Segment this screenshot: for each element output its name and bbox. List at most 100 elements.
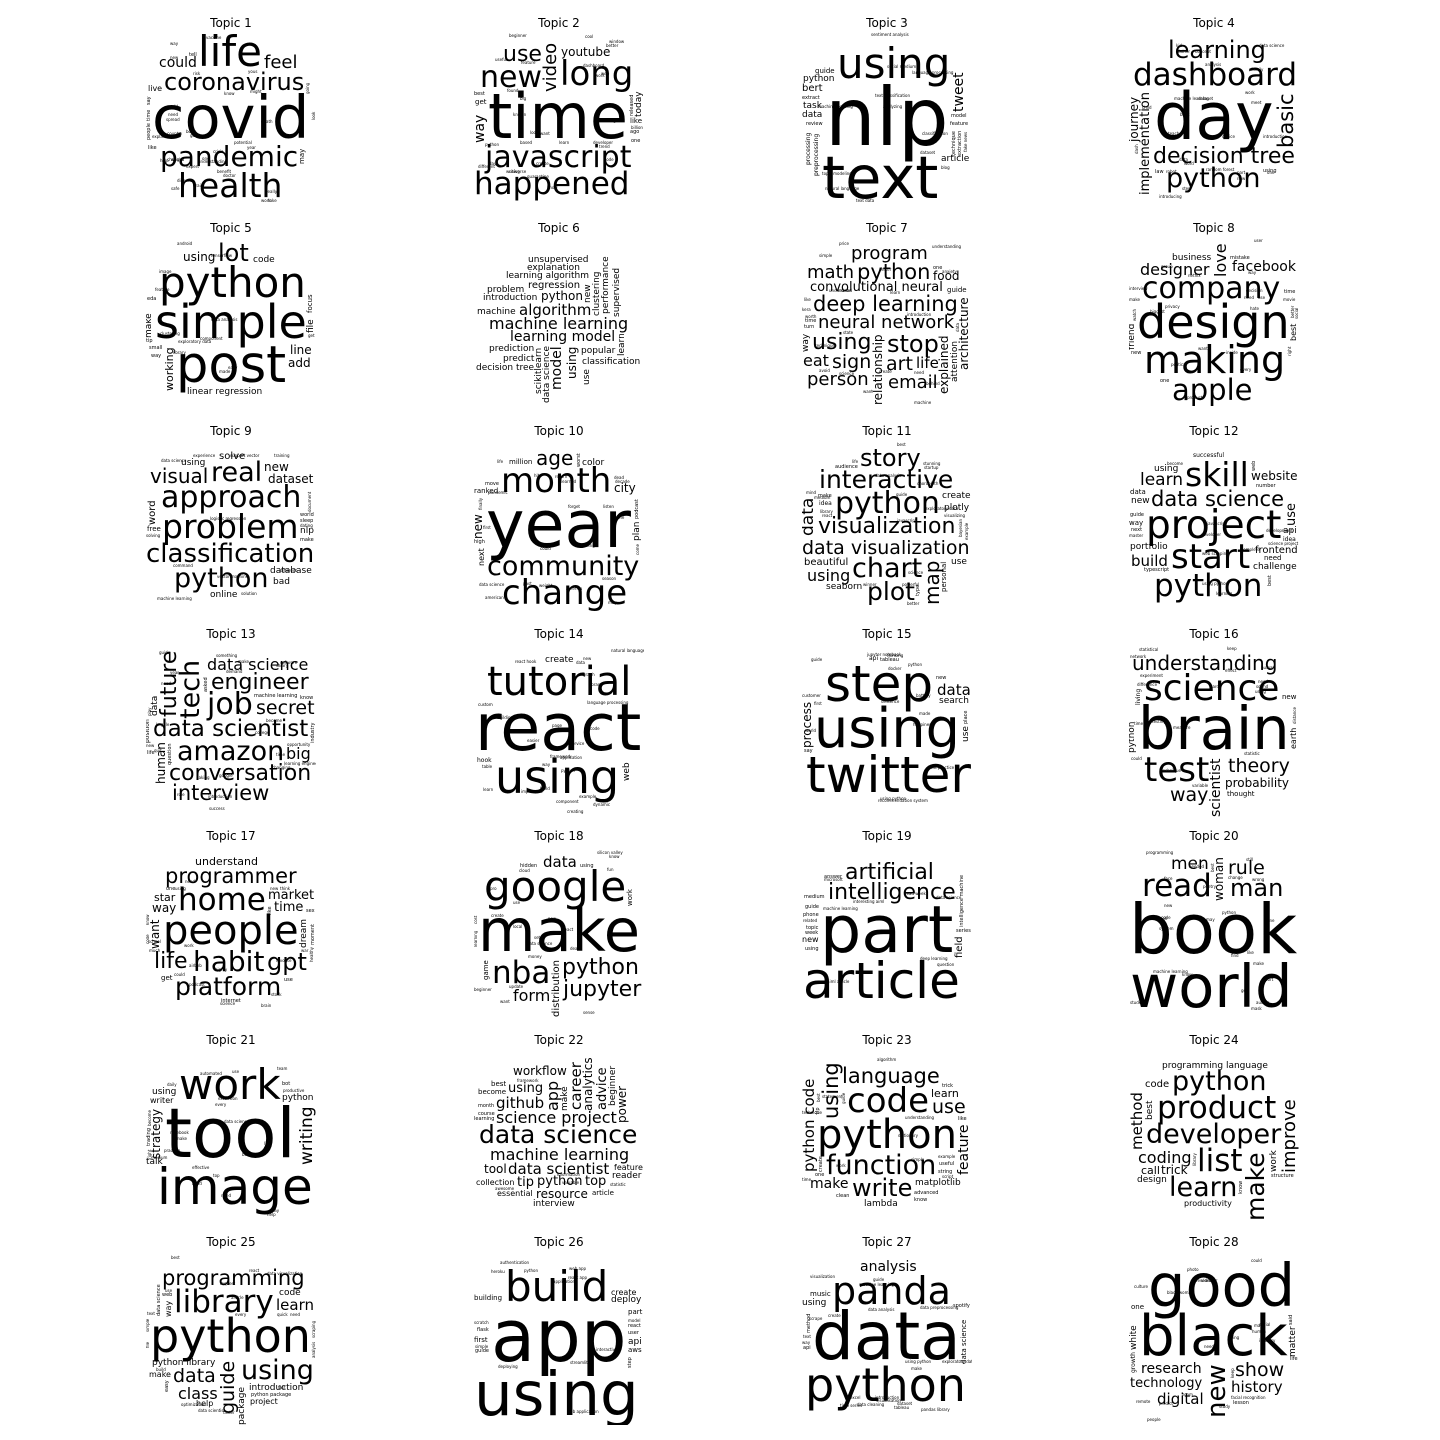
cloud-word: math — [807, 262, 855, 283]
cloud-word: find — [1231, 953, 1239, 958]
cloud-word: turn — [804, 324, 815, 330]
topic-panel: Topic 12 project data science start skill pyt… — [1129, 424, 1299, 614]
cloud-word: doctor — [223, 173, 236, 178]
cloud-word: data preprocessing — [920, 1305, 959, 1310]
cloud-word: learning engineer — [284, 761, 316, 766]
cloud-word: one — [166, 886, 176, 892]
cloud-word: vector machine — [217, 574, 249, 579]
cloud-word: jupyter — [563, 977, 642, 1002]
cloud-word: introducing — [1159, 194, 1182, 199]
cloud-word: first — [483, 525, 491, 530]
cloud-word: business — [1172, 253, 1212, 263]
cloud-word: making — [1144, 338, 1286, 382]
cloud-word: web application — [567, 1409, 599, 1414]
cloud-word: woman — [1212, 857, 1226, 901]
cloud-word: listen — [603, 504, 614, 509]
cloud-word: data science — [542, 346, 552, 403]
cloud-word: need — [168, 112, 178, 117]
cloud-word: apple — [1172, 373, 1253, 407]
cloud-word: data science — [1259, 43, 1285, 48]
cloud-word: interview — [533, 1199, 575, 1209]
cloud-word: want — [863, 389, 873, 394]
cloud-word: file — [306, 319, 316, 333]
word-cloud: tool image work python writer writing using str… — [146, 1049, 316, 1223]
cloud-word: learn — [890, 290, 901, 295]
cloud-word: task — [803, 101, 822, 111]
cloud-word: write — [852, 1174, 913, 1202]
cloud-word: best practice — [928, 765, 955, 770]
topic-panel: Topic 18 make google distribution python nba j… — [474, 829, 644, 1019]
cloud-word: using — [605, 118, 616, 123]
cloud-word: easier — [527, 738, 540, 743]
cloud-word: solution — [241, 591, 257, 596]
cloud-word: going — [305, 82, 310, 94]
cloud-word: plan — [632, 521, 642, 541]
cloud-word: code — [590, 726, 600, 731]
cloud-word: use — [232, 1069, 240, 1074]
cloud-word: using — [805, 946, 819, 952]
cloud-word: best — [171, 1255, 180, 1260]
cloud-word: social medium — [887, 64, 917, 69]
cloud-word: beginner — [474, 987, 492, 992]
cloud-word: make — [300, 537, 314, 543]
cloud-word: command — [173, 563, 193, 568]
cloud-word: like — [958, 1116, 967, 1122]
cloud-word: scraping — [311, 1320, 316, 1338]
cloud-word: table — [482, 764, 493, 769]
cloud-word: writing — [297, 1106, 316, 1165]
cloud-word: typescript — [1144, 567, 1170, 573]
cloud-word: scientist — [1208, 758, 1224, 817]
cloud-word: workflow — [513, 1064, 567, 1078]
cloud-word: tensorflow — [211, 253, 232, 258]
cloud-word: work — [836, 1163, 846, 1168]
cloud-word: found — [507, 88, 519, 93]
cloud-word: twitter — [806, 746, 971, 804]
cloud-word: quarantine — [527, 174, 549, 179]
cloud-word: code — [253, 255, 275, 265]
topic-panel: Topic 6 machine learning algorithm learning… — [474, 221, 644, 411]
cloud-word: demand — [226, 669, 243, 674]
cloud-word: like — [148, 145, 157, 151]
word-cloud: covid coronavirus pandemic life health could f… — [146, 32, 316, 206]
cloud-word: model — [951, 113, 967, 119]
cloud-word: new — [583, 284, 593, 303]
cloud-word: visualizing — [944, 513, 966, 518]
cloud-word: way — [542, 762, 551, 767]
cloud-word: city — [614, 481, 636, 495]
cloud-word: introduction — [875, 1395, 900, 1400]
cloud-word: new — [1131, 496, 1150, 506]
cloud-word: new — [1202, 1364, 1232, 1418]
cloud-word: web — [622, 762, 632, 781]
cloud-word: python — [174, 563, 269, 594]
cloud-word: local — [513, 924, 523, 929]
word-cloud: book world woman read man rule men find system sp… — [1129, 845, 1299, 1019]
cloud-word: price — [839, 241, 849, 246]
cloud-word: know — [609, 854, 620, 859]
cloud-word: successful — [1193, 452, 1225, 459]
cloud-word: web — [162, 1292, 173, 1298]
cloud-word: life — [1290, 1356, 1298, 1362]
topic-panel: Topic 7 neural network deep learning relati… — [802, 221, 972, 411]
cloud-word: get — [308, 333, 315, 338]
cloud-word: code — [847, 1081, 929, 1121]
cloud-word: month — [478, 1103, 495, 1109]
cloud-word: america — [566, 586, 583, 591]
cloud-word: regression — [528, 280, 581, 291]
cloud-word: one — [815, 1172, 825, 1178]
cloud-word: time — [146, 109, 152, 121]
cloud-word: stock — [271, 992, 282, 997]
cloud-word: understanding — [198, 159, 228, 164]
cloud-word: library — [173, 350, 186, 355]
word-cloud: year community month change age city color rank… — [474, 440, 644, 614]
cloud-word: component — [556, 799, 579, 804]
cloud-word: changing — [272, 765, 291, 770]
cloud-word: know — [547, 185, 558, 190]
topic-panel: Topic 25 python library guide using programmi… — [146, 1235, 316, 1425]
cloud-word: country — [167, 131, 183, 136]
cloud-word: know — [914, 1197, 928, 1203]
cloud-word: bad — [273, 577, 290, 587]
cloud-word: google — [484, 862, 627, 911]
cloud-word: feel — [264, 52, 298, 73]
cloud-word: need — [1244, 295, 1254, 300]
cloud-word: science — [220, 1001, 236, 1006]
